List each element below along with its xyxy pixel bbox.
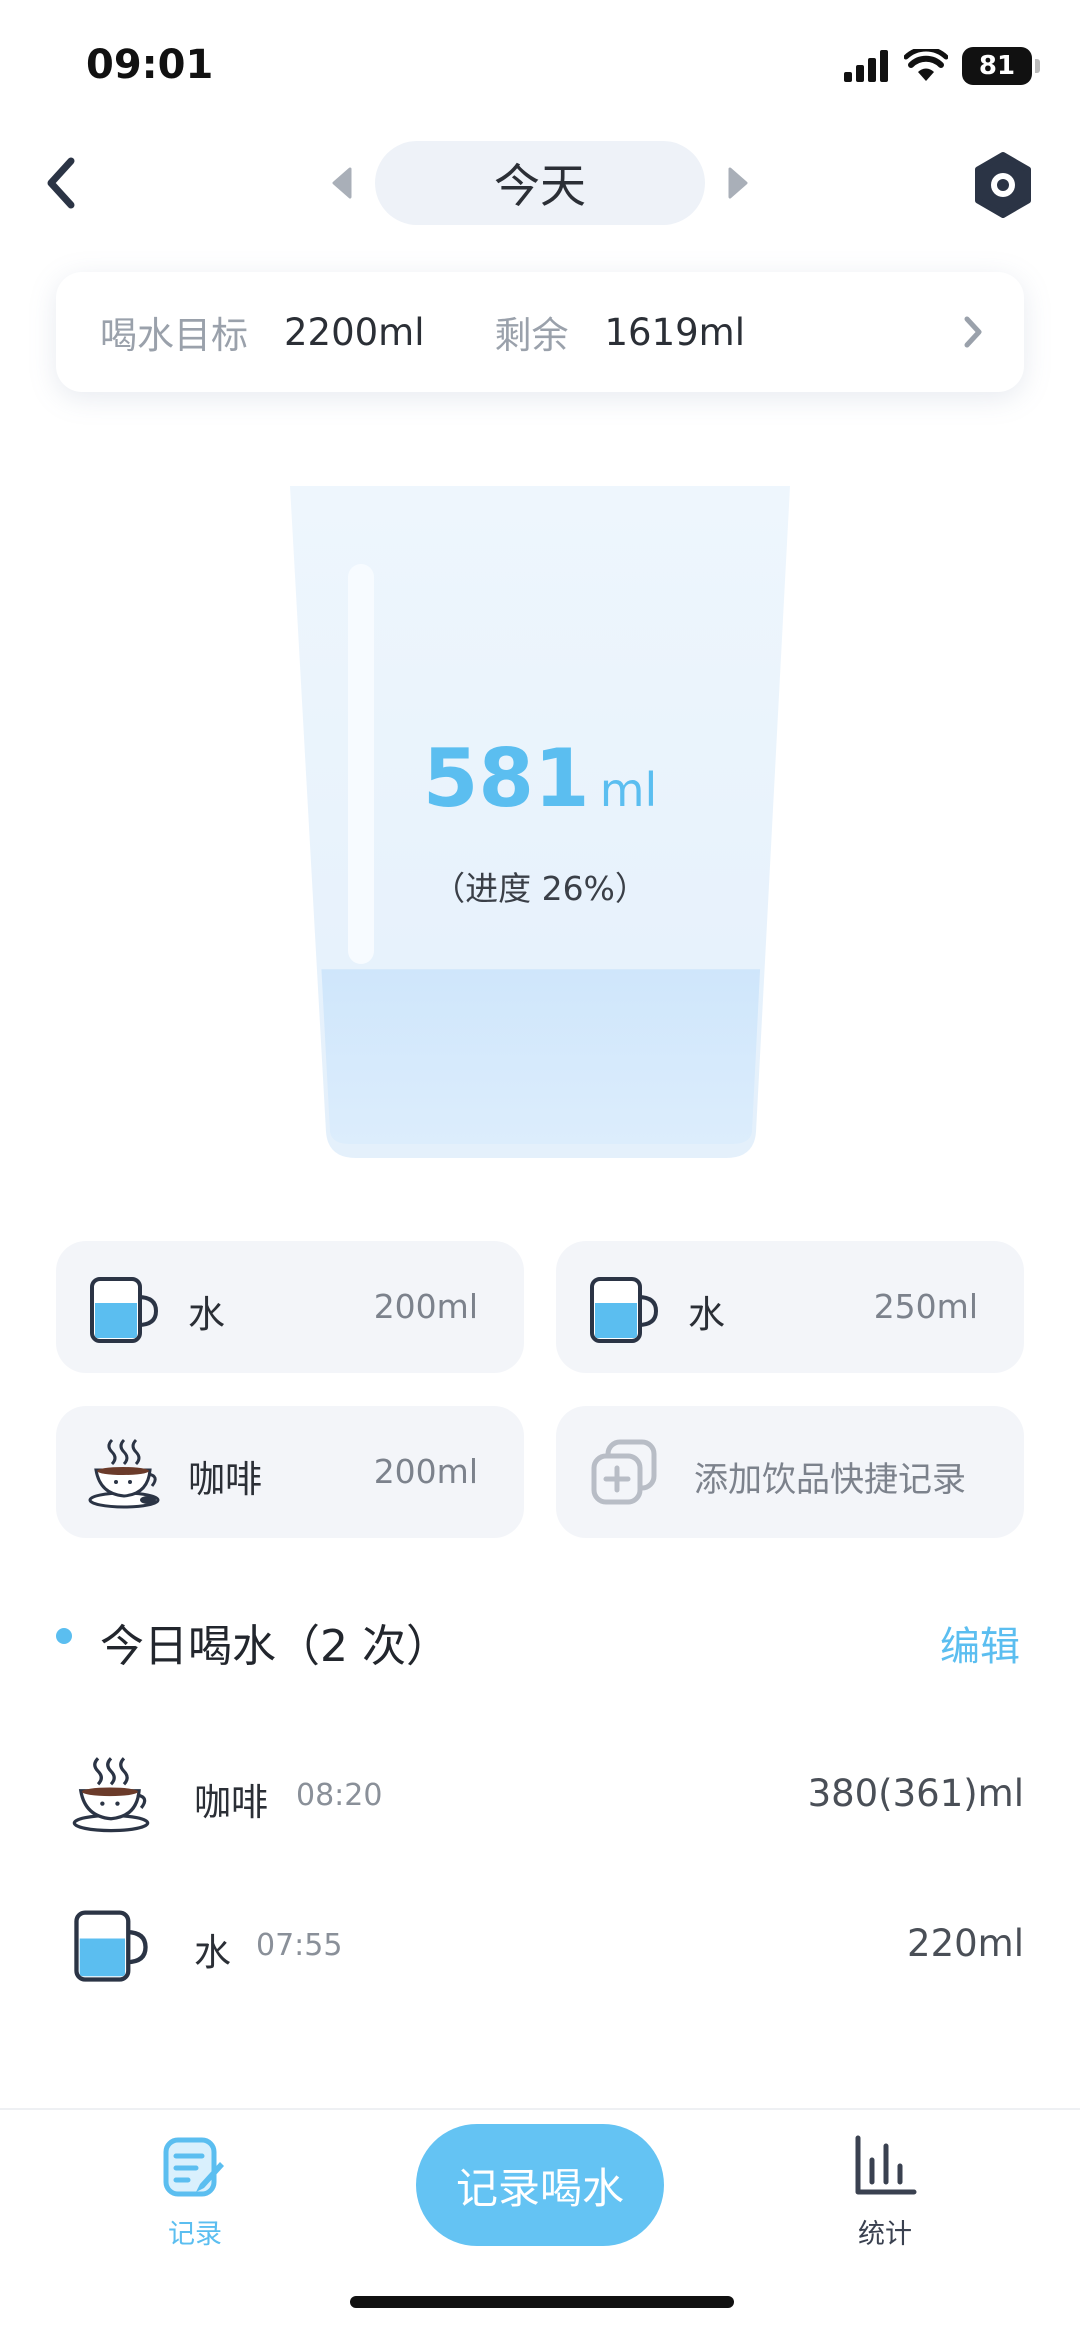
water-cup-icon [74, 1910, 148, 1982]
tab-records-label: 记录 [168, 2219, 222, 2250]
cup-water-fill [321, 969, 761, 1144]
water-cup-icon [590, 1277, 659, 1343]
coffee-cup-icon [72, 1757, 150, 1833]
section-dot [56, 1628, 72, 1644]
intake-amount: 581 ml [286, 732, 794, 825]
header: 今天 [0, 138, 1080, 228]
status-icons: 81 [844, 44, 1040, 88]
intake-number: 581 [422, 732, 590, 825]
quick-drink-tile[interactable]: 咖啡 200ml [56, 1406, 524, 1538]
wifi-icon [904, 49, 948, 81]
history-entry[interactable]: 水 07:55 220ml [56, 1890, 1024, 2000]
goal-label: 喝水目标 [100, 314, 248, 357]
status-time: 09:01 [86, 42, 214, 88]
drink-name: 水 [188, 1293, 225, 1336]
remaining-value: 1619ml [604, 310, 745, 354]
water-cup-icon [90, 1277, 159, 1343]
edit-note-icon [163, 2137, 224, 2197]
bar-chart-icon [855, 2135, 917, 2195]
intake-unit: ml [599, 763, 658, 817]
remaining-label: 剩余 [494, 314, 569, 357]
record-drink-button[interactable]: 记录喝水 [416, 2124, 664, 2246]
entry-amount: 380(361)ml [807, 1772, 1024, 1815]
signal-icon [844, 50, 888, 82]
gear-icon [975, 152, 1031, 218]
chevron-left-icon [47, 157, 75, 209]
tab-statistics-label: 统计 [858, 2219, 912, 2250]
history-title: 今日喝水（2 次） [100, 1621, 450, 1672]
settings-button[interactable] [968, 150, 1038, 220]
battery-level: 81 [978, 51, 1016, 81]
next-day-button[interactable] [718, 160, 758, 206]
coffee-cup-icon [88, 1438, 160, 1509]
goal-card[interactable]: 喝水目标 2200ml 剩余 1619ml [56, 272, 1024, 392]
entry-time: 07:55 [256, 1928, 343, 1963]
drink-name: 水 [688, 1293, 725, 1336]
entry-name: 咖啡 [194, 1781, 268, 1824]
status-bar: 09:01 81 [0, 0, 1080, 130]
battery-icon: 81 [962, 47, 1040, 85]
add-drink-label: 添加饮品快捷记录 [694, 1460, 966, 1500]
water-cup-progress: 581 ml （进度 26%） [286, 482, 794, 1162]
entry-amount: 220ml [907, 1922, 1024, 1965]
drink-amount: 250ml [873, 1287, 978, 1326]
drink-amount: 200ml [373, 1452, 478, 1491]
triangle-right-icon [728, 167, 748, 199]
progress-text: （进度 26%） [432, 869, 648, 908]
history-entry[interactable]: 咖啡 08:20 380(361)ml [56, 1740, 1024, 1850]
back-button[interactable] [30, 148, 90, 218]
drink-name: 咖啡 [188, 1458, 262, 1501]
quick-drink-tile[interactable]: 水 250ml [556, 1241, 1024, 1373]
goal-value: 2200ml [284, 310, 425, 354]
previous-day-button[interactable] [322, 160, 362, 206]
home-indicator [350, 2296, 734, 2308]
tab-records[interactable]: 记录 [150, 2122, 240, 2250]
entry-name: 水 [194, 1931, 231, 1974]
tab-statistics[interactable]: 统计 [840, 2122, 930, 2250]
quick-drink-tile[interactable]: 水 200ml [56, 1241, 524, 1373]
add-drink-shortcut-button[interactable]: 添加饮品快捷记录 [556, 1406, 1024, 1538]
history-header: 今日喝水（2 次） 编辑 [56, 1604, 1024, 1672]
chevron-right-icon [964, 316, 982, 348]
date-selector[interactable]: 今天 [375, 141, 705, 225]
triangle-left-icon [332, 167, 352, 199]
add-square-icon [591, 1439, 657, 1505]
drink-amount: 200ml [373, 1287, 478, 1326]
entry-time: 08:20 [296, 1778, 383, 1813]
edit-button[interactable]: 编辑 [940, 1614, 1020, 1672]
